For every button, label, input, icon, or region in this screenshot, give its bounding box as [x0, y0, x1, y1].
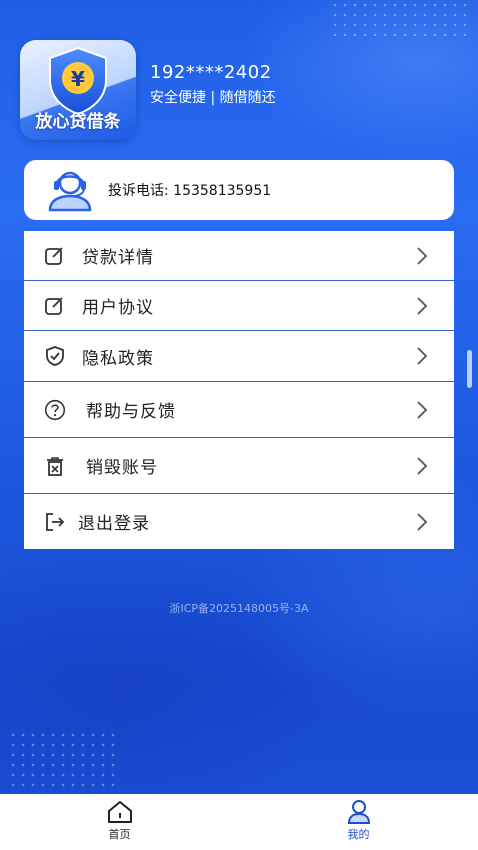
- customer-service-icon: [48, 171, 92, 212]
- scrollbar[interactable]: [467, 350, 472, 388]
- svg-text:¥: ¥: [71, 67, 85, 91]
- tab-label: 首页: [108, 828, 131, 841]
- menu-item-label: 退出登录: [78, 514, 150, 534]
- logout-icon: [44, 511, 66, 533]
- edit-icon: [44, 245, 66, 267]
- dot-pattern-top: [330, 0, 470, 36]
- tab-label: 我的: [347, 828, 370, 841]
- app-logo: ¥ 放心贷借条: [20, 40, 136, 140]
- tab-mine[interactable]: 我的: [239, 794, 478, 850]
- logo-text: 放心贷借条: [35, 112, 121, 132]
- menu-item-label: 帮助与反馈: [86, 402, 176, 422]
- menu-item-logout[interactable]: 退出登录: [24, 494, 454, 549]
- menu-item-help-feedback[interactable]: 帮助与反馈: [24, 382, 454, 438]
- menu-item-label: 贷款详情: [82, 248, 154, 268]
- tab-home[interactable]: 首页: [0, 794, 239, 850]
- profile-header: ¥ 放心贷借条 192****2402 安全便捷 | 随借随还: [20, 40, 460, 140]
- menu-item-privacy-policy[interactable]: 隐私政策: [24, 331, 454, 382]
- home-icon: [107, 801, 132, 823]
- app-slogan: 安全便捷 | 随借随还: [150, 90, 276, 106]
- dot-pattern-bottom: [8, 730, 118, 790]
- menu-item-loan-details[interactable]: 贷款详情: [24, 231, 454, 281]
- help-icon: [44, 399, 66, 421]
- menu-item-user-agreement[interactable]: 用户协议: [24, 281, 454, 331]
- icp-record: 浙ICP备2025148005号-3A: [169, 602, 309, 615]
- menu-item-delete-account[interactable]: 销毁账号: [24, 438, 454, 494]
- user-phone: 192****2402: [150, 62, 272, 83]
- user-icon: [347, 800, 370, 824]
- chevron-right-icon: [417, 456, 428, 475]
- shield-check-icon: [44, 345, 66, 367]
- settings-menu: 贷款详情 用户协议 隐私政策 帮助与反馈 销毁账号 退出登录: [24, 231, 454, 549]
- menu-item-label: 用户协议: [82, 298, 154, 318]
- chevron-right-icon: [417, 296, 428, 315]
- menu-item-label: 隐私政策: [82, 348, 154, 369]
- chevron-right-icon: [417, 400, 428, 419]
- menu-item-label: 销毁账号: [86, 458, 158, 478]
- shield-logo-icon: ¥: [49, 46, 107, 116]
- chevron-right-icon: [417, 512, 428, 531]
- edit-icon: [44, 295, 66, 317]
- complaint-card[interactable]: 投诉电话: 15358135951: [24, 160, 454, 220]
- bottom-tabbar: 首页 我的: [0, 794, 478, 850]
- delete-icon: [44, 455, 66, 477]
- chevron-right-icon: [417, 246, 428, 265]
- chevron-right-icon: [417, 347, 428, 365]
- complaint-phone-text: 投诉电话: 15358135951: [108, 183, 272, 199]
